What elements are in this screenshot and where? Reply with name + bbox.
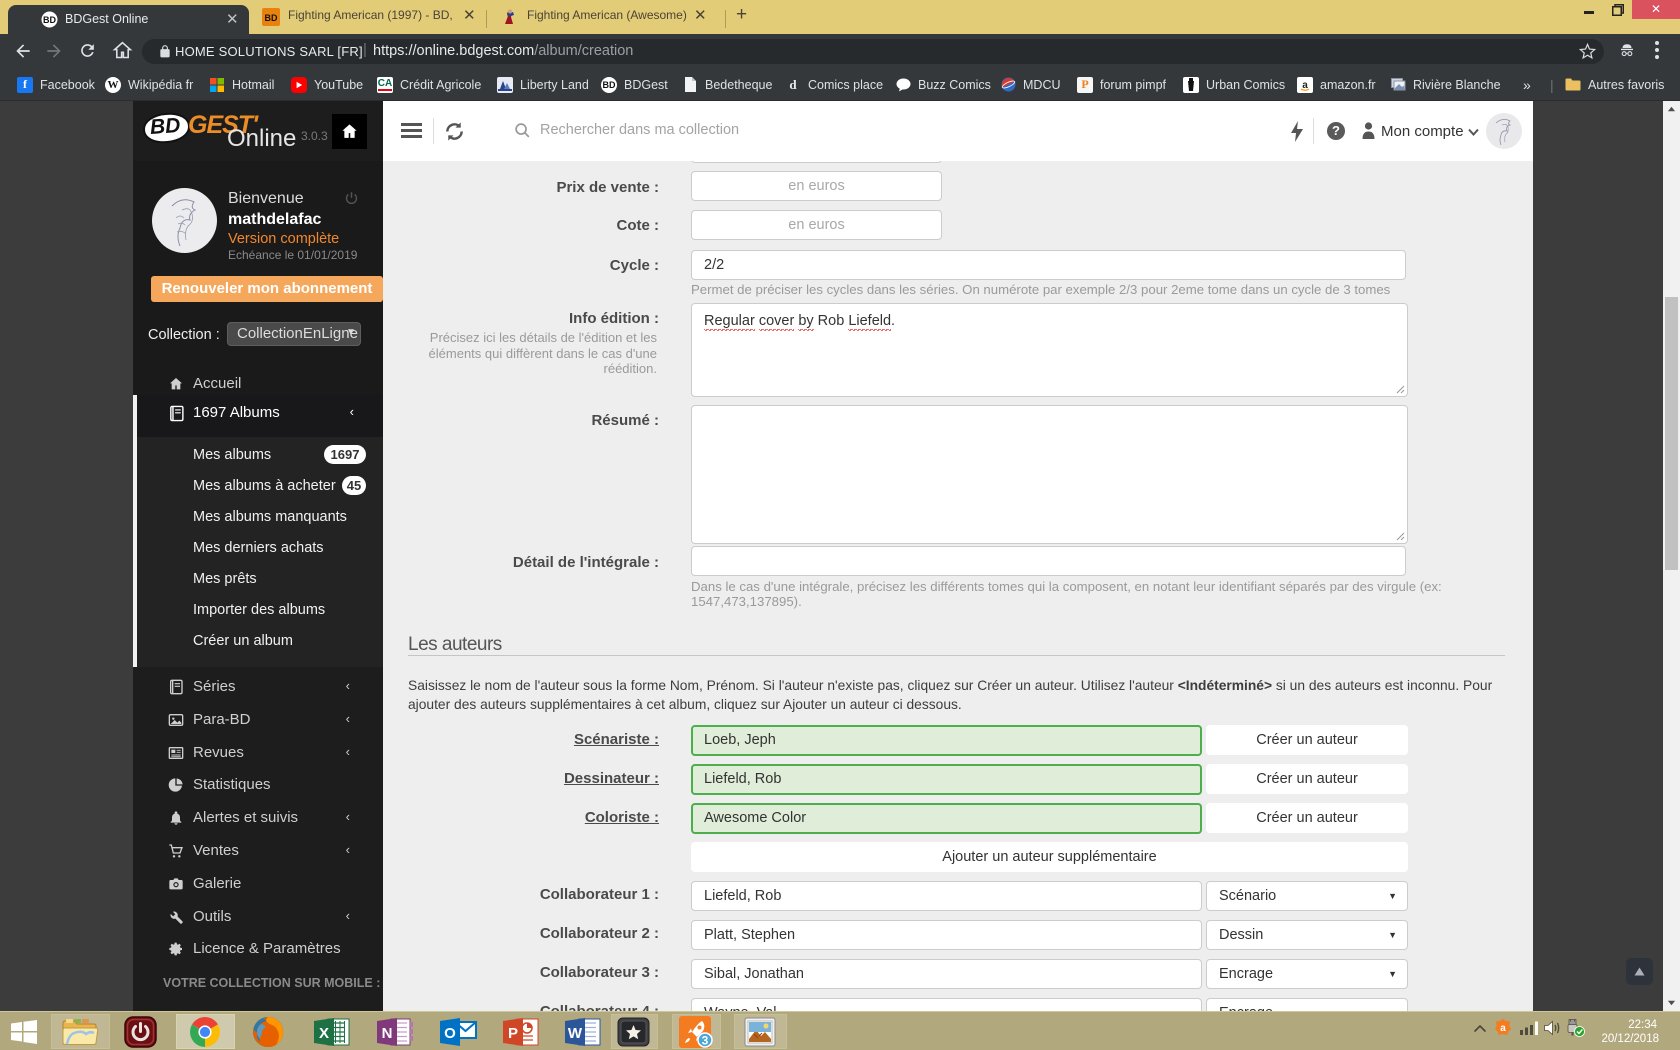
svg-text:W: W xyxy=(568,1025,583,1042)
svg-text:a: a xyxy=(1500,1023,1506,1034)
svg-text:3: 3 xyxy=(702,1034,709,1048)
svg-text:X: X xyxy=(319,1025,329,1042)
svg-text:N: N xyxy=(382,1025,393,1042)
svg-text:P: P xyxy=(508,1025,518,1042)
svg-text:O: O xyxy=(444,1025,456,1042)
svg-text:BD: BD xyxy=(43,15,56,25)
svg-text:BD: BD xyxy=(265,13,278,23)
